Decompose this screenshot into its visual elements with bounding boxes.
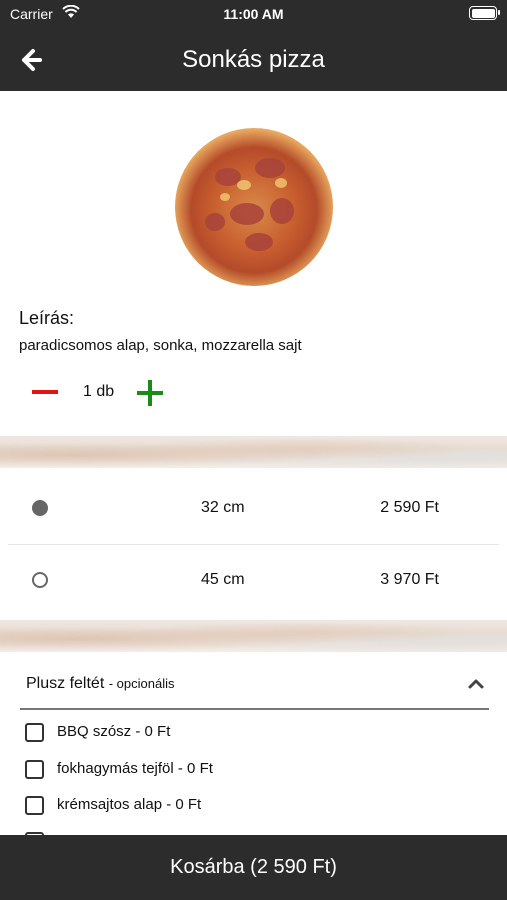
extras-heading: Plusz feltét - opcionális [26, 675, 174, 693]
extra-item-garlic-sourcream[interactable]: fokhagymás tejföl - 0 Ft [25, 758, 425, 782]
description-text: paradicsomos alap, sonka, mozzarella saj… [19, 337, 302, 354]
size-price: 2 590 Ft [380, 499, 439, 516]
radio-unselected-icon[interactable] [32, 572, 48, 588]
extras-divider [20, 708, 489, 710]
checkbox[interactable] [25, 760, 44, 779]
status-bar: Carrier 11:00 AM [0, 0, 507, 28]
navigation-bar: Sonkás pizza [0, 28, 507, 91]
page-title: Sonkás pizza [182, 46, 325, 73]
background-image-strip [0, 436, 507, 468]
extras-title: Plusz feltét [26, 675, 105, 692]
extra-item-cream-cheese[interactable]: krémsajtos alap - 0 Ft [25, 794, 425, 818]
extra-label: BBQ szósz - 0 Ft [57, 723, 171, 740]
background-image-strip [0, 620, 507, 652]
size-option-45[interactable]: 45 cm 3 970 Ft [8, 544, 499, 616]
chevron-up-icon[interactable] [467, 676, 485, 690]
extras-optional-label: - opcionális [108, 676, 175, 691]
size-option-32[interactable]: 32 cm 2 590 Ft [8, 472, 499, 544]
add-to-cart-button[interactable]: Kosárba (2 590 Ft) [0, 835, 507, 900]
checkbox[interactable] [25, 796, 44, 815]
size-price: 3 970 Ft [380, 571, 439, 588]
quantity-value: 1 db [83, 383, 115, 400]
radio-selected-icon[interactable] [32, 500, 48, 516]
checkbox[interactable] [25, 723, 44, 742]
product-image [175, 128, 333, 286]
extra-label: krémsajtos alap - 0 Ft [57, 796, 202, 813]
description-heading: Leírás: [19, 308, 75, 328]
minus-icon[interactable] [32, 390, 58, 394]
extra-label: fokhagymás tejföl - 0 Ft [57, 760, 213, 777]
battery-icon [469, 6, 500, 20]
increase-quantity-button[interactable] [137, 380, 163, 406]
extra-item-bbq[interactable]: BBQ szósz - 0 Ft [25, 721, 425, 745]
size-label: 45 cm [201, 571, 245, 588]
size-label: 32 cm [201, 499, 245, 516]
status-time: 11:00 AM [223, 6, 284, 22]
